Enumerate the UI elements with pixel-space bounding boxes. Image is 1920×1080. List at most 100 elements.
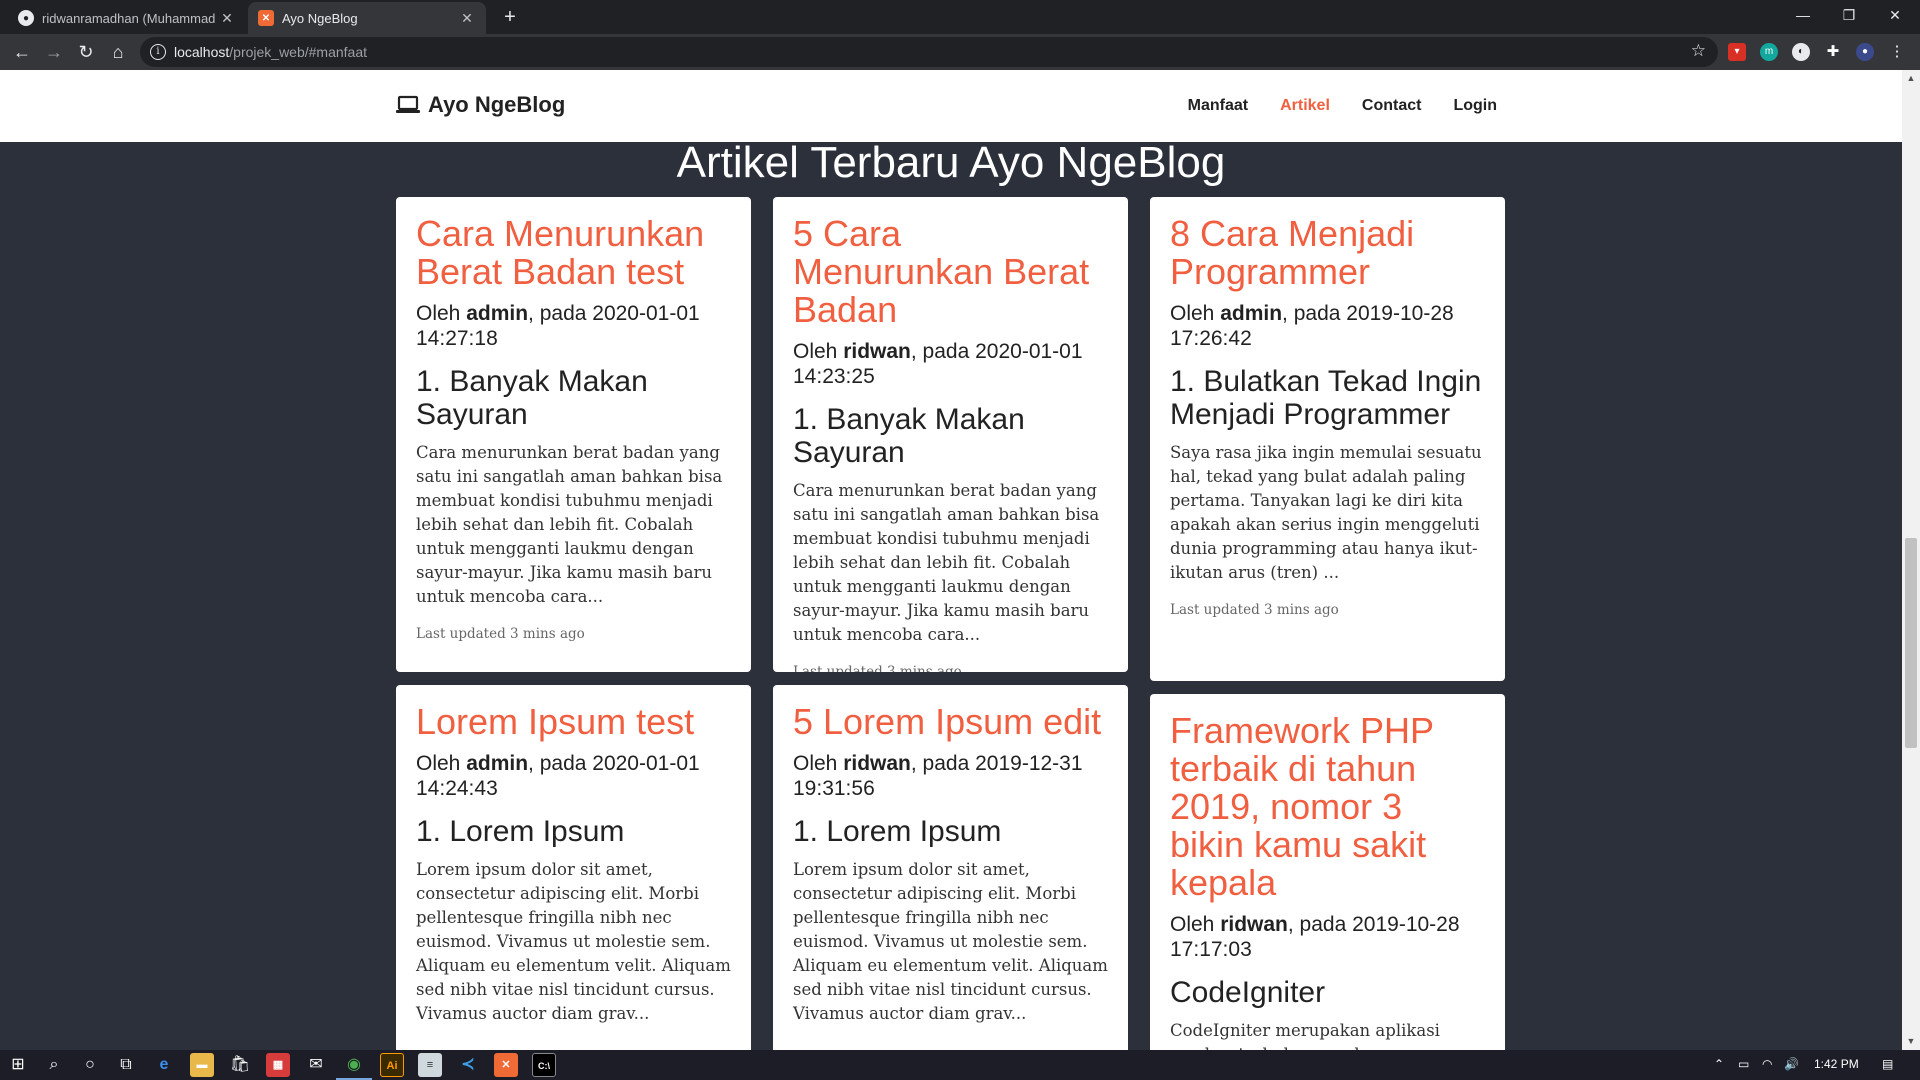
- article-excerpt: Lorem ipsum dolor sit amet, consectetur …: [416, 860, 731, 1023]
- pocket-extension-icon[interactable]: ▾: [1728, 43, 1746, 61]
- wifi-icon[interactable]: ◠: [1762, 1057, 1772, 1071]
- site-info-icon[interactable]: i: [150, 44, 166, 60]
- laptop-icon: [396, 95, 420, 113]
- github-icon: ●: [18, 10, 34, 26]
- article-date: , pada 2020-01-01 14:23:25: [793, 340, 1083, 388]
- volume-icon[interactable]: 🔊: [1784, 1057, 1799, 1071]
- article-date: , pada 2019-10-28 17:17:03: [1170, 913, 1460, 961]
- back-icon[interactable]: ←: [8, 38, 36, 66]
- browser-tab-active[interactable]: ✕ Ayo NgeBlog ✕: [248, 2, 486, 34]
- article-subtitle: 1. Banyak Makan Sayuran: [793, 403, 1025, 469]
- article-excerpt: CodeIgniter merupakan aplikasi sumber te…: [1170, 1021, 1440, 1050]
- terminal-icon[interactable]: C:\: [532, 1053, 556, 1077]
- nav-link-artikel[interactable]: Artikel: [1280, 97, 1330, 115]
- nav-link-contact[interactable]: Contact: [1362, 97, 1422, 115]
- article-author: ridwan: [1220, 913, 1288, 936]
- file-explorer-icon[interactable]: ▬: [190, 1053, 214, 1077]
- menu-icon[interactable]: ⋮: [1888, 43, 1906, 61]
- article-meta: Oleh admin, pada 2019-10-28 17:26:42: [1170, 302, 1454, 350]
- article-meta: Oleh admin, pada 2020-01-01 14:27:18: [416, 302, 700, 350]
- m-extension-icon[interactable]: m: [1760, 43, 1778, 61]
- article-subtitle: 1. Lorem Ipsum: [416, 815, 625, 848]
- url-host: localhost: [174, 44, 230, 60]
- article-card[interactable]: Cara Menurunkan Berat Badan test Oleh ad…: [396, 197, 751, 672]
- tab-title: Ayo NgeBlog: [282, 10, 358, 26]
- scrollbar-thumb[interactable]: [1905, 538, 1917, 748]
- article-card[interactable]: Framework PHP terbaik di tahun 2019, nom…: [1150, 694, 1505, 1050]
- windows-taskbar: ⊞ ⌕ ○ ⧉ e ▬ 🛍 ▦ ✉ ◉ Ai ≡ ≺ ✕ C:\ ⌃ ▭ ◠ 🔊…: [0, 1050, 1920, 1080]
- clock[interactable]: 1:42 PM: [1814, 1057, 1859, 1071]
- article-author: ridwan: [843, 340, 911, 363]
- article-author: admin: [466, 302, 529, 325]
- article-subtitle: 1. Bulatkan Tekad Ingin Menjadi Programm…: [1170, 365, 1482, 431]
- article-title[interactable]: 8 Cara Menjadi Programmer: [1170, 215, 1485, 291]
- xampp-icon[interactable]: ✕: [494, 1053, 518, 1077]
- battery-icon[interactable]: ▭: [1738, 1057, 1749, 1071]
- article-title[interactable]: 5 Cara Menurunkan Berat Badan: [793, 215, 1108, 329]
- nav-link-manfaat[interactable]: Manfaat: [1188, 97, 1248, 115]
- task-view-icon[interactable]: ⧉: [114, 1053, 138, 1077]
- site-brand[interactable]: Ayo NgeBlog: [396, 92, 565, 118]
- forward-icon[interactable]: →: [40, 38, 68, 66]
- new-tab-button[interactable]: +: [496, 4, 524, 32]
- article-subtitle: 1. Lorem Ipsum: [793, 815, 1002, 848]
- chrome-icon[interactable]: ◉: [342, 1053, 366, 1077]
- scroll-up-icon[interactable]: ▲: [1902, 70, 1920, 87]
- browser-tab-github[interactable]: ● ridwanramadhan (Muhammad Ri ✕: [8, 2, 246, 34]
- article-title[interactable]: Lorem Ipsum test: [416, 703, 731, 741]
- search-icon[interactable]: ⌕: [42, 1053, 66, 1077]
- article-author: admin: [466, 752, 529, 775]
- article-meta: Oleh ridwan, pada 2020-01-01 14:23:25: [793, 340, 1083, 388]
- nav-link-login[interactable]: Login: [1453, 97, 1497, 115]
- store-icon[interactable]: 🛍: [228, 1053, 252, 1077]
- article-excerpt: Cara menurunkan berat badan yang satu in…: [416, 443, 723, 606]
- page-scrollbar[interactable]: ▲ ▼: [1902, 70, 1920, 1050]
- article-card[interactable]: 8 Cara Menjadi Programmer Oleh admin, pa…: [1150, 197, 1505, 681]
- close-tab-icon[interactable]: ✕: [458, 10, 476, 27]
- scroll-down-icon[interactable]: ▼: [1902, 1033, 1920, 1050]
- article-card[interactable]: Lorem Ipsum test Oleh admin, pada 2020-0…: [396, 685, 751, 1050]
- article-title[interactable]: Cara Menurunkan Berat Badan test: [416, 215, 731, 291]
- url-text[interactable]: localhost/projek_web/#manfaat: [174, 44, 367, 60]
- article-excerpt: Cara menurunkan berat badan yang satu in…: [793, 481, 1100, 644]
- avatar[interactable]: ●: [1856, 43, 1874, 61]
- windows-start-icon[interactable]: ⊞: [6, 1053, 30, 1077]
- article-updated: Last updated 3 mins ago: [416, 626, 585, 642]
- section-title: Artikel Terbaru Ayo NgeBlog: [676, 138, 1226, 187]
- article-subtitle: 1. Banyak Makan Sayuran: [416, 365, 648, 431]
- cortana-icon[interactable]: ○: [78, 1053, 102, 1077]
- article-title[interactable]: 5 Lorem Ipsum edit: [793, 703, 1108, 741]
- article-author: ridwan: [843, 752, 911, 775]
- browser-tab-strip: ● ridwanramadhan (Muhammad Ri ✕ ✕ Ayo Ng…: [0, 0, 1920, 34]
- article-author: admin: [1220, 302, 1283, 325]
- article-card[interactable]: 5 Cara Menurunkan Berat Badan Oleh ridwa…: [773, 197, 1128, 672]
- mail-icon[interactable]: ✉: [304, 1053, 328, 1077]
- article-updated: Last updated 3 mins ago: [1170, 602, 1339, 618]
- puzzle-icon[interactable]: ✚: [1824, 43, 1842, 61]
- restore-icon[interactable]: ❐: [1826, 0, 1872, 30]
- brand-name: Ayo NgeBlog: [428, 92, 566, 117]
- close-window-icon[interactable]: ✕: [1872, 0, 1918, 30]
- address-bar[interactable]: i localhost/projek_web/#manfaat ☆: [140, 37, 1718, 67]
- article-excerpt: Lorem ipsum dolor sit amet, consectetur …: [793, 860, 1108, 1023]
- edge-icon[interactable]: e: [152, 1053, 176, 1077]
- notification-icon[interactable]: ▤: [1882, 1057, 1893, 1071]
- minimize-icon[interactable]: —: [1780, 0, 1826, 30]
- bookmark-star-icon[interactable]: ☆: [1691, 41, 1706, 61]
- url-path: /projek_web/#manfaat: [229, 44, 368, 60]
- office-icon[interactable]: ▦: [266, 1053, 290, 1077]
- article-card[interactable]: 5 Lorem Ipsum edit Oleh ridwan, pada 201…: [773, 685, 1128, 1050]
- article-title[interactable]: Framework PHP terbaik di tahun 2019, nom…: [1170, 712, 1485, 902]
- close-tab-icon[interactable]: ✕: [218, 10, 236, 27]
- reload-icon[interactable]: ↻: [72, 38, 100, 66]
- home-icon[interactable]: ⌂: [104, 38, 132, 66]
- browser-toolbar: ← → ↻ ⌂ i localhost/projek_web/#manfaat …: [0, 34, 1920, 70]
- vscode-icon[interactable]: ≺: [456, 1053, 480, 1077]
- article-excerpt: Saya rasa jika ingin memulai sesuatu hal…: [1170, 443, 1482, 582]
- extension-icon[interactable]: ◐: [1792, 43, 1810, 61]
- page-viewport: Artikel Terbaru Ayo NgeBlog Cara Menurun…: [0, 70, 1902, 1050]
- notepad-icon[interactable]: ≡: [418, 1053, 442, 1077]
- illustrator-icon[interactable]: Ai: [380, 1053, 404, 1077]
- tray-chevron-icon[interactable]: ⌃: [1714, 1057, 1724, 1071]
- tab-title: ridwanramadhan (Muhammad Ri: [42, 10, 218, 26]
